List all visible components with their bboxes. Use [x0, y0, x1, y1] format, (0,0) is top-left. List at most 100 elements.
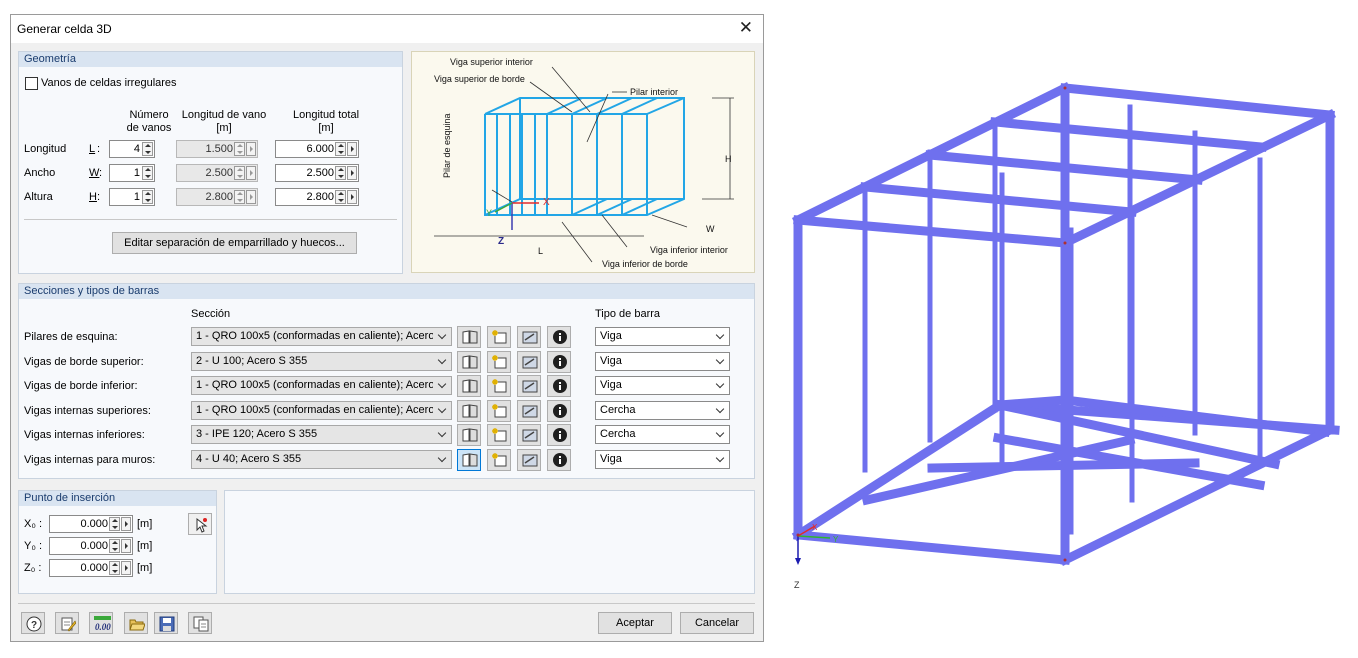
section-info-button[interactable]	[547, 350, 571, 373]
svg-text:0.00: 0.00	[95, 622, 111, 632]
section-select[interactable]: 2 - U 100; Acero S 355	[191, 351, 452, 371]
spin-updown-icon[interactable]	[335, 190, 346, 204]
new-section-button[interactable]	[487, 375, 511, 397]
pick-point-button[interactable]	[188, 513, 212, 535]
new-section-button[interactable]	[487, 424, 511, 446]
accept-button[interactable]: Aceptar	[598, 612, 672, 634]
info-icon	[553, 403, 567, 418]
copy-button[interactable]	[188, 612, 212, 634]
insertion-row-y0: Y₀ : 0.000 [m]	[19, 536, 209, 556]
bar-type-select[interactable]: Cercha	[595, 425, 730, 444]
generate-3d-cell-dialog: Generar celda 3D ✕ Geometría Vanos de ce…	[10, 14, 764, 642]
units-button[interactable]: 0.00	[89, 612, 113, 634]
bar-type-select[interactable]: Viga	[595, 351, 730, 371]
section-library-button[interactable]	[457, 375, 481, 397]
spin-updown-icon[interactable]	[142, 190, 153, 204]
chevron-down-icon	[439, 332, 447, 340]
row-label: Vigas de borde superior:	[24, 355, 144, 368]
axis-z-label: Z	[794, 580, 800, 590]
spin-updown-icon[interactable]	[142, 166, 153, 180]
spin-updown-icon[interactable]	[109, 517, 120, 531]
edit-section-button[interactable]	[517, 350, 541, 373]
section-select[interactable]: 1 - QRO 100x5 (conformadas en caliente);…	[191, 327, 452, 346]
arrow-right-icon[interactable]	[347, 142, 357, 156]
edit-button[interactable]	[55, 612, 79, 634]
section-library-button[interactable]	[457, 424, 481, 446]
dialog-title: Generar celda 3D	[17, 22, 112, 36]
member	[995, 395, 1070, 410]
insertion-input[interactable]: 0.000	[49, 537, 133, 555]
spin-updown-icon[interactable]	[109, 561, 120, 575]
width-count-input[interactable]: 1	[109, 164, 155, 182]
section-info-button[interactable]	[547, 448, 571, 471]
section-select[interactable]: 1 - QRO 100x5 (conformadas en caliente);…	[191, 400, 452, 420]
label-h: H	[725, 154, 732, 164]
insertion-input[interactable]: 0.000	[49, 515, 133, 533]
spin-updown-icon[interactable]	[335, 166, 346, 180]
edit-grid-button[interactable]: Editar separación de emparrillado y huec…	[112, 232, 357, 254]
section-library-button[interactable]	[457, 399, 481, 422]
cancel-button[interactable]: Cancelar	[680, 612, 754, 634]
length-total-input[interactable]: 6.000	[275, 140, 359, 158]
section-info-button[interactable]	[547, 375, 571, 397]
save-button[interactable]	[154, 612, 178, 634]
arrow-right-icon[interactable]	[121, 561, 131, 575]
row-label: Vigas internas para muros:	[24, 453, 156, 466]
height-total-input[interactable]: 2.800	[275, 188, 359, 206]
bar-type-select[interactable]: Viga	[595, 327, 730, 346]
section-library-button[interactable]	[457, 326, 481, 348]
edit-section-button[interactable]	[517, 326, 541, 348]
section-select[interactable]: 3 - IPE 120; Acero S 355	[191, 425, 452, 444]
edit-section-icon	[522, 356, 538, 368]
edit-section-button[interactable]	[517, 399, 541, 422]
spin-updown-icon[interactable]	[335, 142, 346, 156]
section-info-button[interactable]	[547, 399, 571, 422]
sections-group: Secciones y tipos de barras Sección Tipo…	[18, 283, 755, 479]
close-icon[interactable]: ✕	[739, 18, 753, 38]
section-library-button[interactable]	[457, 448, 481, 471]
bar-type-select[interactable]: Viga	[595, 449, 730, 469]
length-count-input[interactable]: 4	[109, 140, 155, 158]
edit-section-icon	[522, 429, 538, 442]
spin-updown-icon[interactable]	[109, 539, 120, 553]
cell-diagram-svg: X Y Z Viga superior interior Viga superi…	[434, 57, 734, 269]
chevron-down-icon	[717, 381, 725, 389]
bar-type-select[interactable]: Cercha	[595, 400, 730, 420]
height-count-input[interactable]: 1	[109, 188, 155, 206]
open-button[interactable]	[124, 612, 148, 634]
new-section-button[interactable]	[487, 326, 511, 348]
3d-view[interactable]: .m { stroke: #6f70ee; stroke-linecap: sq…	[770, 60, 1350, 600]
irregular-spans-checkbox[interactable]	[25, 77, 38, 90]
section-select[interactable]: 1 - QRO 100x5 (conformadas en caliente);…	[191, 376, 452, 395]
new-section-icon	[492, 354, 507, 368]
section-info-button[interactable]	[547, 326, 571, 348]
spin-updown-icon[interactable]	[142, 142, 153, 156]
edit-section-button[interactable]	[517, 424, 541, 446]
diagram-axis-y: Y	[486, 208, 492, 218]
section-select[interactable]: 4 - U 40; Acero S 355	[191, 449, 452, 469]
section-row-corner-columns: Pilares de esquina: 1 - QRO 100x5 (confor…	[19, 326, 754, 349]
new-section-button[interactable]	[487, 448, 511, 471]
edit-section-button[interactable]	[517, 375, 541, 397]
cell-diagram: X Y Z Viga superior interior Viga superi…	[411, 51, 755, 273]
axis-x-label: X	[812, 523, 818, 532]
insertion-input[interactable]: 0.000	[49, 559, 133, 577]
arrow-right-icon[interactable]	[347, 190, 357, 204]
chevron-down-icon	[717, 455, 725, 463]
width-total-input[interactable]: 2.500	[275, 164, 359, 182]
arrow-right-icon[interactable]	[347, 166, 357, 180]
col-number-header-1: Número	[129, 109, 169, 121]
bar-type-select[interactable]: Viga	[595, 376, 730, 395]
new-section-button[interactable]	[487, 399, 511, 422]
arrow-right-icon[interactable]	[121, 539, 131, 553]
section-info-button[interactable]	[547, 424, 571, 446]
new-section-button[interactable]	[487, 350, 511, 373]
arrow-right-icon[interactable]	[121, 517, 131, 531]
library-icon	[462, 452, 478, 466]
insertion-label: Y₀ :	[24, 540, 43, 552]
help-button[interactable]: ?	[21, 612, 45, 634]
edit-section-button[interactable]	[517, 448, 541, 471]
edit-section-icon	[522, 405, 538, 417]
section-library-button[interactable]	[457, 350, 481, 373]
chevron-down-icon	[717, 406, 725, 414]
